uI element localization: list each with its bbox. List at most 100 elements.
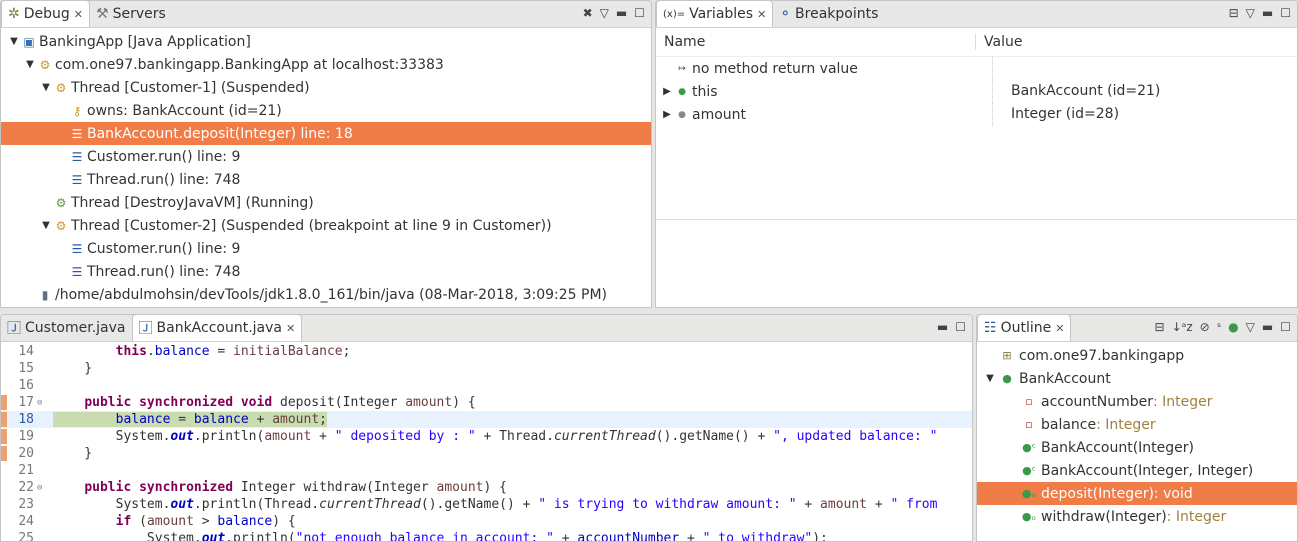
sort-icon[interactable]: ↓ᵃz: [1172, 320, 1193, 334]
line-number[interactable]: 15: [1, 361, 37, 376]
line-number[interactable]: 21: [1, 463, 37, 478]
outline-item-label: BankAccount(Integer): [1041, 439, 1194, 456]
code-line[interactable]: 21: [1, 462, 972, 479]
debug-tree-item[interactable]: ☰ BankAccount.deposit(Integer) line: 18: [1, 122, 651, 145]
debug-tree-item[interactable]: ▼ ⚙ Thread [Customer-1] (Suspended): [1, 76, 651, 99]
menu-icon[interactable]: ▽: [600, 6, 609, 20]
column-name[interactable]: Name: [656, 34, 976, 50]
code-token: ", updated balance: ": [773, 429, 938, 444]
minimize-icon[interactable]: ▬: [616, 6, 627, 20]
outline-item[interactable]: ●ₒ deposit(Integer) : void: [977, 482, 1297, 505]
code-line[interactable]: 20 }: [1, 445, 972, 462]
expand-arrow-icon[interactable]: ▼: [39, 82, 53, 93]
outline-item[interactable]: ▫ balance : Integer: [977, 413, 1297, 436]
tab-outline[interactable]: ☷ Outline ✕: [977, 315, 1072, 341]
menu-icon[interactable]: ▽: [1246, 320, 1255, 334]
outline-item[interactable]: ●ᶜ BankAccount(Integer): [977, 436, 1297, 459]
expand-arrow-icon[interactable]: ▼: [7, 36, 21, 47]
menu-icon[interactable]: ▽: [1246, 6, 1255, 20]
code-line[interactable]: 23 System.out.println(Thread.currentThre…: [1, 496, 972, 513]
maximize-icon[interactable]: ☐: [1280, 320, 1291, 334]
outline-element-icon: ●ₒ: [1021, 510, 1037, 523]
outline-item[interactable]: ▼ ● BankAccount: [977, 367, 1297, 390]
code-area[interactable]: 14 this.balance = initialBalance; 15 } 16 1…: [1, 342, 972, 541]
outline-item[interactable]: ▫ accountNumber : Integer: [977, 390, 1297, 413]
tab-debug[interactable]: ✲ Debug ✕: [1, 1, 90, 27]
line-number[interactable]: 24: [1, 514, 37, 529]
debug-tree-item[interactable]: ▮ /home/abdulmohsin/devTools/jdk1.8.0_161…: [1, 283, 651, 306]
maximize-icon[interactable]: ☐: [1280, 6, 1291, 20]
maximize-icon[interactable]: ☐: [634, 6, 645, 20]
tab-customer-java[interactable]: 🄹 Customer.java: [1, 315, 132, 341]
code-line[interactable]: 17 ⊖ public synchronized void deposit(Int…: [1, 394, 972, 411]
close-icon[interactable]: ✕: [757, 8, 766, 21]
code-line[interactable]: 25 System.out.println("not enough balanc…: [1, 530, 972, 541]
line-number[interactable]: 23: [1, 497, 37, 512]
debug-tree-item[interactable]: ⚷ owns: BankAccount (id=21): [1, 99, 651, 122]
line-number[interactable]: 20: [1, 446, 37, 461]
close-icon[interactable]: ✕: [286, 322, 295, 335]
code-line[interactable]: 22 ⊖ public synchronized Integer withdraw…: [1, 479, 972, 496]
close-icon[interactable]: ✕: [74, 8, 83, 21]
debug-tree-item[interactable]: ▼ ⚙ Thread [Customer-2] (Suspended (breakp…: [1, 214, 651, 237]
outline-item[interactable]: ●ₒ withdraw(Integer) : Integer: [977, 505, 1297, 528]
fold-icon[interactable]: ⊖: [37, 483, 47, 493]
column-value[interactable]: Value: [976, 34, 1022, 50]
tab-bankaccount-java[interactable]: 🄹 BankAccount.java ✕: [131, 315, 303, 341]
line-number[interactable]: 17: [1, 395, 37, 410]
hide-fields-icon[interactable]: ⊘: [1200, 320, 1210, 334]
debug-tree-item[interactable]: ☰ Customer.run() line: 9: [1, 145, 651, 168]
outline-item[interactable]: ⊞ com.one97.bankingapp: [977, 344, 1297, 367]
remove-terminated-icon[interactable]: ✖: [583, 6, 593, 20]
bug-icon: ✲: [8, 6, 20, 22]
maximize-icon[interactable]: ☐: [955, 320, 966, 334]
line-number[interactable]: 25: [1, 531, 37, 541]
hide-nonpublic-icon[interactable]: ●: [1228, 320, 1238, 334]
code-line[interactable]: 15 }: [1, 360, 972, 377]
line-number[interactable]: 22: [1, 480, 37, 495]
close-icon[interactable]: ✕: [1055, 322, 1064, 335]
debug-tree-item[interactable]: ▼ ⚙ com.one97.bankingapp.BankingApp at loc…: [1, 53, 651, 76]
line-number[interactable]: 18: [1, 412, 37, 427]
collapse-all-icon[interactable]: ⊟: [1155, 320, 1165, 334]
tab-breakpoints[interactable]: ⚬ Breakpoints: [773, 1, 884, 27]
code-line[interactable]: 18 balance = balance + amount;: [1, 411, 972, 428]
stack-frame-icon: ☰: [71, 149, 83, 164]
collapse-all-icon[interactable]: ⊟: [1229, 6, 1239, 20]
debug-tree-item[interactable]: ▼ ▣ BankingApp [Java Application]: [1, 30, 651, 53]
line-number[interactable]: 16: [1, 378, 37, 393]
fold-icon[interactable]: ⊖: [37, 398, 47, 408]
outline-item-label: withdraw(Integer): [1041, 508, 1167, 525]
expand-arrow-icon[interactable]: ▼: [983, 373, 997, 384]
code-content: this.balance = initialBalance;: [53, 344, 351, 359]
variable-row[interactable]: ▶ ● this BankAccount (id=21): [656, 80, 1297, 103]
hide-static-icon[interactable]: ˢ: [1217, 320, 1221, 334]
stack-frame-icon: ☰: [71, 172, 83, 187]
code-line[interactable]: 16: [1, 377, 972, 394]
debug-tree-item[interactable]: ⚙ Thread [DestroyJavaVM] (Running): [1, 191, 651, 214]
debug-tree-item[interactable]: ☰ Customer.run() line: 9: [1, 237, 651, 260]
line-number[interactable]: 14: [1, 344, 37, 359]
minimize-icon[interactable]: ▬: [1262, 6, 1273, 20]
code-content: if (amount > balance) {: [53, 514, 296, 529]
outline-item[interactable]: ●ᶜ BankAccount(Integer, Integer): [977, 459, 1297, 482]
variable-row[interactable]: ▶ ● amount Integer (id=28): [656, 103, 1297, 126]
expand-arrow-icon[interactable]: ▶: [660, 86, 674, 97]
tab-variables[interactable]: (x)= Variables ✕: [656, 1, 774, 27]
detail-pane-divider[interactable]: [656, 219, 1297, 220]
expand-arrow-icon[interactable]: ▼: [23, 59, 37, 70]
minimize-icon[interactable]: ▬: [1262, 320, 1273, 334]
code-line[interactable]: 24 if (amount > balance) {: [1, 513, 972, 530]
variable-row[interactable]: ↦ no method return value: [656, 57, 1297, 80]
expand-arrow-icon[interactable]: ▼: [39, 220, 53, 231]
code-token: Integer withdraw(Integer: [233, 480, 437, 495]
debug-tree-item[interactable]: ☰ Thread.run() line: 748: [1, 260, 651, 283]
tab-servers[interactable]: ⚒ Servers: [90, 1, 172, 27]
debug-tree-item[interactable]: ☰ Thread.run() line: 748: [1, 168, 651, 191]
expand-arrow-icon[interactable]: ▶: [660, 109, 674, 120]
code-line[interactable]: 14 this.balance = initialBalance;: [1, 343, 972, 360]
line-number[interactable]: 19: [1, 429, 37, 444]
code-line[interactable]: 19 System.out.println(amount + " deposit…: [1, 428, 972, 445]
minimize-icon[interactable]: ▬: [937, 320, 948, 334]
